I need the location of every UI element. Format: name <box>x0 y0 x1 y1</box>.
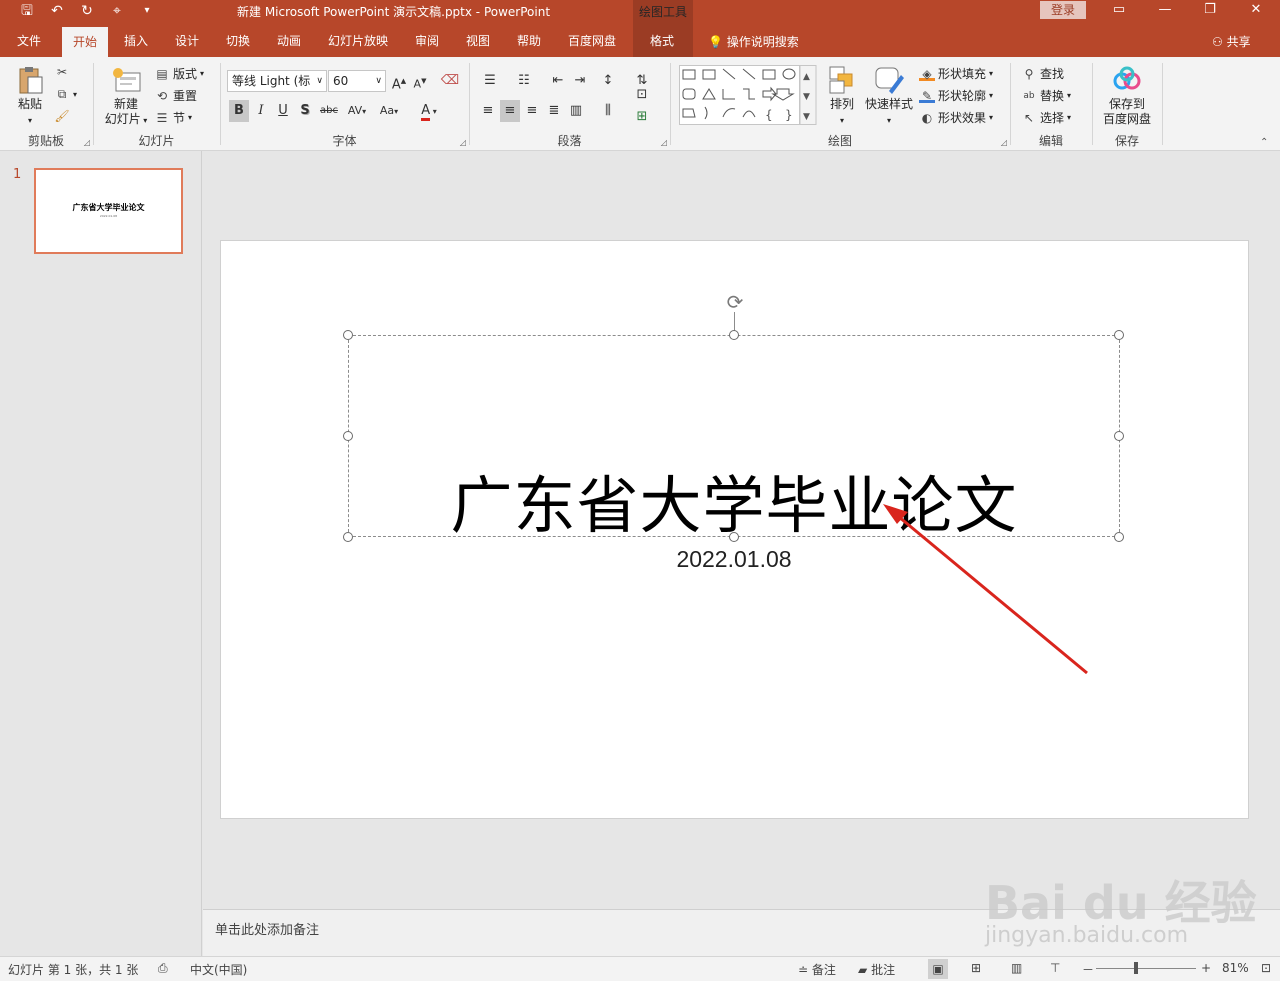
slide-sorter-icon[interactable]: ⊞ <box>971 961 981 975</box>
slideshow-view-icon[interactable]: ⊤ <box>1050 961 1060 975</box>
slide-info: 幻灯片 第 1 张，共 1 张 <box>8 963 139 977</box>
zoom-slider-track[interactable] <box>1096 968 1196 969</box>
watermark-sub: jingyan.baidu.com <box>985 923 1189 948</box>
zoom-slider-thumb[interactable] <box>1134 962 1138 974</box>
annotation-arrow-icon <box>883 504 1088 675</box>
language-indicator[interactable]: 中文(中国) <box>190 961 247 978</box>
notes-icon: ≐ <box>798 963 809 977</box>
normal-view-icon[interactable]: ▣ <box>928 959 948 979</box>
zoom-level[interactable]: 81% <box>1222 961 1249 975</box>
comment-icon: ▰ <box>858 963 868 977</box>
reading-view-icon[interactable]: ▥ <box>1011 961 1022 975</box>
baidu-watermark: Bai du 经验 jingyan.baidu.com <box>985 845 1265 955</box>
tab-format[interactable]: 格式 <box>650 32 674 49</box>
status-bar: 幻灯片 第 1 张，共 1 张 ⎙ 中文(中国) ≐ 备注 ▰ 批注 ▣ ⊞ ▥… <box>0 956 1280 981</box>
fit-to-window-icon[interactable]: ⊡ <box>1261 961 1271 975</box>
zoom-in-button[interactable]: + <box>1201 961 1211 975</box>
comments-button[interactable]: ▰ 批注 <box>858 961 895 978</box>
notes-button[interactable]: ≐ 备注 <box>798 961 836 978</box>
spellcheck-icon[interactable]: ⎙ <box>158 961 168 976</box>
notes-placeholder: 单击此处添加备注 <box>215 923 320 938</box>
zoom-out-button[interactable]: － <box>1082 961 1094 978</box>
